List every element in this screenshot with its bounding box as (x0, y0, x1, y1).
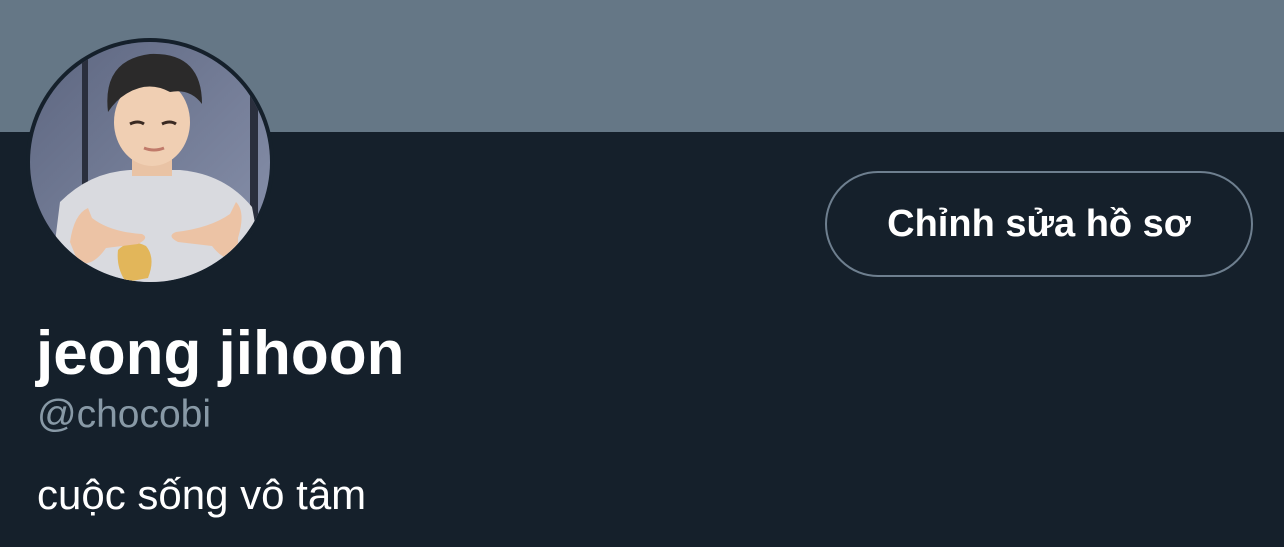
profile-photo-icon (30, 42, 270, 282)
display-name: jeong jihoon (36, 319, 405, 388)
profile-bio: cuộc sống vô tâm (37, 471, 367, 518)
avatar[interactable] (26, 38, 274, 286)
edit-profile-button[interactable]: Chỉnh sửa hồ sơ (825, 171, 1253, 277)
username-handle: @chocobi (37, 393, 212, 436)
